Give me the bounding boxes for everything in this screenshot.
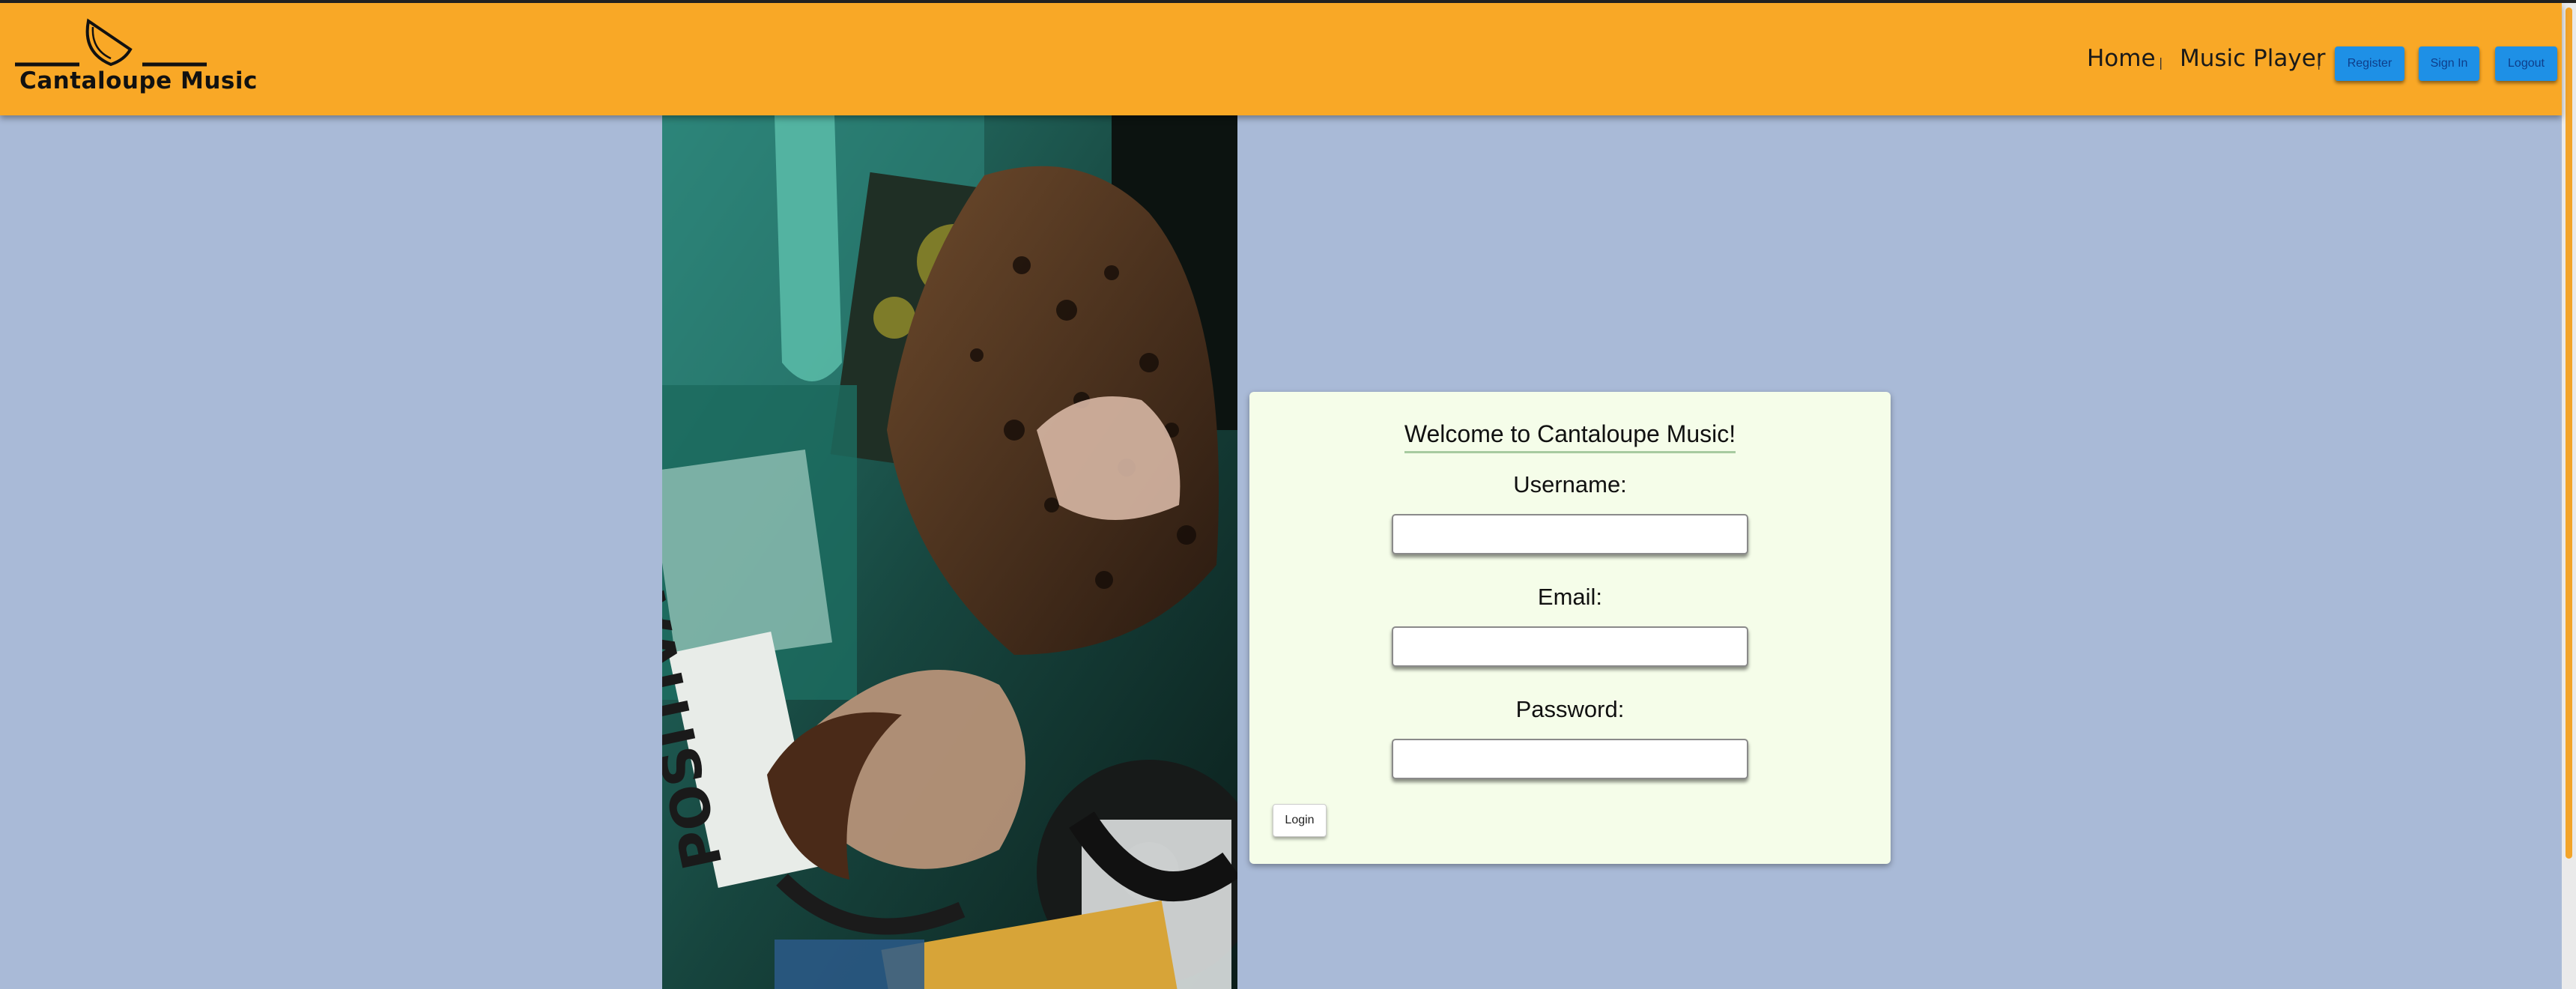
email-label: Email: [1537,584,1603,610]
welcome-title: Welcome to Cantaloupe Music! [1404,420,1736,453]
nav-home-link[interactable]: Home [2087,45,2156,72]
brand-logo[interactable]: Cantaloupe Music [13,13,257,105]
page-scrollbar[interactable] [2562,3,2576,989]
hero-image: POSITIVA [662,115,1237,989]
password-input[interactable] [1392,739,1748,779]
username-label: Username: [1513,471,1627,497]
email-input[interactable] [1392,626,1748,667]
login-card: Welcome to Cantaloupe Music! Username: E… [1249,392,1891,864]
nav-separator: | [2317,55,2321,70]
nav-separator: | [2159,55,2163,70]
username-input[interactable] [1392,514,1748,554]
logout-button[interactable]: Logout [2495,46,2557,81]
navbar: Cantaloupe Music Home | Music Player | R… [0,3,2562,115]
scrollbar-thumb[interactable] [2566,7,2572,859]
brand-name: Cantaloupe Music [19,67,258,94]
sign-in-button[interactable]: Sign In [2419,46,2479,81]
register-button[interactable]: Register [2335,46,2404,81]
nav-music-player-link[interactable]: Music Player [2180,45,2326,72]
welcome-heading: Welcome to Cantaloupe Music! [1249,420,1891,453]
cantaloupe-slice-icon [15,18,207,67]
login-button[interactable]: Login [1273,804,1327,837]
password-label: Password: [1515,696,1625,722]
